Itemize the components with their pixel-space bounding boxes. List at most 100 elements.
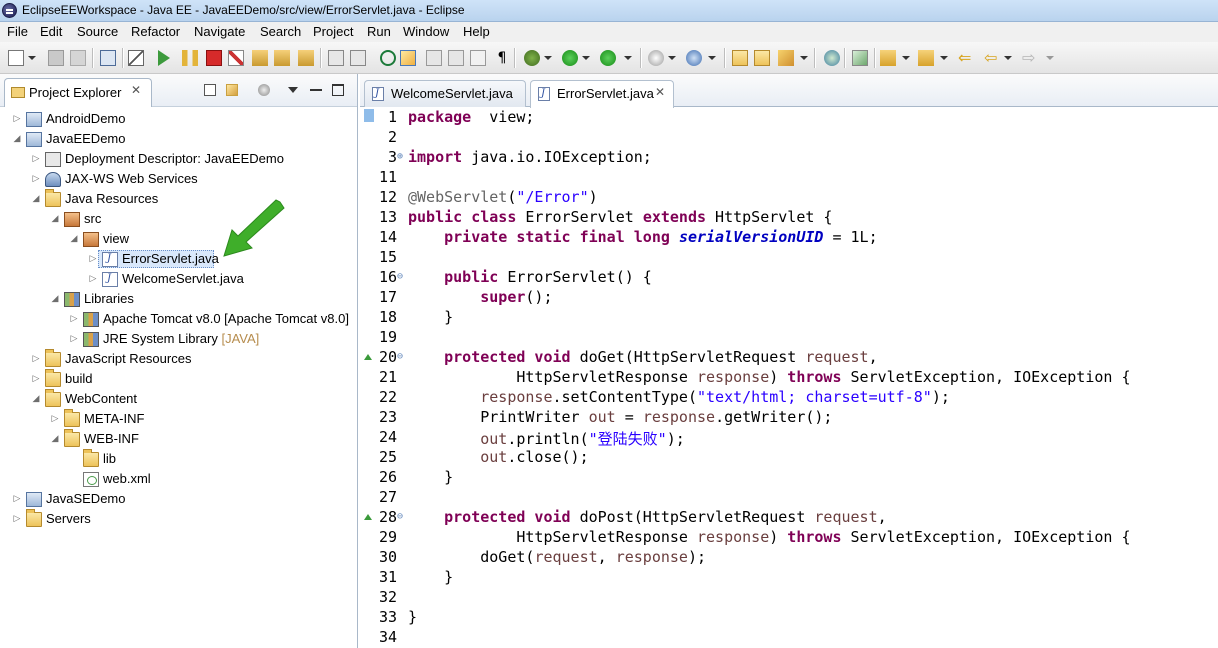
next-annotation-dropdown-icon[interactable] [902,56,910,60]
terminate-icon[interactable] [206,50,222,66]
tree-item[interactable]: ▷ WelcomeServlet.java [0,269,357,289]
expand-arrow-icon[interactable]: ▷ [31,374,41,384]
expand-arrow-icon[interactable]: ▷ [88,254,98,264]
format-icon[interactable] [350,50,366,66]
menu-file[interactable]: File [7,24,28,39]
tab-project-explorer[interactable]: Project Explorer ✕ [4,78,152,107]
collapse-arrow-icon[interactable]: ◢ [50,214,60,224]
forward-icon[interactable]: ⇨ [1022,50,1038,66]
resume-icon[interactable] [158,50,170,66]
expand-arrow-icon[interactable]: ▷ [69,334,79,344]
word-wrap-icon[interactable] [448,50,464,66]
show-whitespace-icon[interactable] [470,50,486,66]
web-browser-icon[interactable] [824,50,840,66]
open-resource-icon[interactable] [754,50,770,66]
collapse-fold-icon[interactable]: ⊖ [397,271,406,282]
use-step-filters-icon[interactable] [328,50,344,66]
forward-dropdown-icon[interactable] [1046,56,1054,60]
print-icon[interactable] [100,50,116,66]
expand-arrow-icon[interactable]: ▷ [12,494,22,504]
toggle-breadcrumb-icon[interactable] [852,50,868,66]
tree-item[interactable]: ◢ WEB-INF [0,429,357,449]
tree-item[interactable]: ◢ src [0,209,357,229]
step-over-icon[interactable] [274,50,290,66]
previous-annotation-dropdown-icon[interactable] [940,56,948,60]
back-dropdown-icon[interactable] [1004,56,1012,60]
suspend-icon[interactable] [182,50,198,66]
menu-source[interactable]: Source [77,24,118,39]
menu-project[interactable]: Project [313,24,353,39]
expand-fold-icon[interactable]: ⊕ [397,151,406,162]
tree-item[interactable]: ◢ Java Resources [0,189,357,209]
previous-annotation-icon[interactable] [918,50,934,66]
tree-item[interactable]: ◢ view [0,229,357,249]
save-all-icon[interactable] [70,50,86,66]
tree-item[interactable]: ▷ META-INF [0,409,357,429]
pilcrow-icon[interactable]: ¶ [494,50,510,66]
last-edit-location-icon[interactable]: ⇐ [958,50,974,66]
menu-run[interactable]: Run [367,24,391,39]
close-icon[interactable]: ✕ [131,83,141,97]
collapse-arrow-icon[interactable]: ◢ [31,194,41,204]
close-icon[interactable]: ✕ [655,85,665,99]
menu-edit[interactable]: Edit [40,24,62,39]
tree-item[interactable]: ▷ Deployment Descriptor: JavaEEDemo [0,149,357,169]
collapse-fold-icon[interactable]: ⊖ [397,511,406,522]
collapse-arrow-icon[interactable]: ◢ [69,234,79,244]
collapse-arrow-icon[interactable]: ◢ [12,134,22,144]
expand-arrow-icon[interactable]: ▷ [12,114,22,124]
run-icon[interactable] [562,50,578,66]
tree-item[interactable]: ◢ Libraries [0,289,357,309]
debug-icon[interactable] [524,50,540,66]
search-icon[interactable] [778,50,794,66]
step-into-icon[interactable] [252,50,268,66]
focus-icon[interactable] [258,84,270,96]
tree-item[interactable]: ▷ JavaSEDemo [0,489,357,509]
menu-navigate[interactable]: Navigate [194,24,245,39]
tree-item[interactable]: ▷ AndroidDemo [0,109,357,129]
expand-arrow-icon[interactable]: ▷ [31,174,41,184]
next-annotation-icon[interactable] [880,50,896,66]
expand-arrow-icon[interactable]: ▷ [12,514,22,524]
tree-item[interactable]: ▷ Servers [0,509,357,529]
new-java-class-icon[interactable] [686,50,702,66]
expand-arrow-icon[interactable]: ▷ [50,414,60,424]
collapse-arrow-icon[interactable]: ◢ [50,434,60,444]
run-server-dropdown-icon[interactable] [624,56,632,60]
tree-item[interactable]: ◢ WebContent [0,389,357,409]
tree-item[interactable]: lib [0,449,357,469]
menu-refactor[interactable]: Refactor [131,24,180,39]
tree-item[interactable]: ▷ ErrorServlet.java [0,249,357,269]
menu-window[interactable]: Window [403,24,449,39]
tree-item[interactable]: web.xml [0,469,357,489]
tree-item[interactable]: ▷ JavaScript Resources [0,349,357,369]
tab-welcome-servlet[interactable]: WelcomeServlet.java [364,80,526,107]
disconnect-icon[interactable] [228,50,244,66]
external-tools-dropdown-icon[interactable] [668,56,676,60]
run-dropdown-icon[interactable] [582,56,590,60]
search-dropdown-icon[interactable] [800,56,808,60]
back-icon[interactable]: ⇦ [984,50,1000,66]
open-declaration-icon[interactable] [380,50,396,66]
expand-arrow-icon[interactable]: ▷ [88,274,98,284]
minimize-icon[interactable] [310,89,322,91]
view-menu-icon[interactable] [288,87,298,93]
save-icon[interactable] [48,50,64,66]
maximize-icon[interactable] [332,84,344,96]
new-java-class-dropdown-icon[interactable] [708,56,716,60]
collapse-arrow-icon[interactable]: ◢ [50,294,60,304]
tree-item[interactable]: ▷ JAX-WS Web Services [0,169,357,189]
tree-item[interactable]: ▷ Apache Tomcat v8.0 [Apache Tomcat v8.0] [0,309,357,329]
step-return-icon[interactable] [298,50,314,66]
expand-arrow-icon[interactable]: ▷ [31,154,41,164]
menu-help[interactable]: Help [463,24,490,39]
link-with-editor-icon[interactable] [226,84,238,96]
tree-item[interactable]: ▷ build [0,369,357,389]
run-server-icon[interactable] [600,50,616,66]
tree-item[interactable]: ▷ JRE System Library [JAVA] [0,329,357,349]
tree-item[interactable]: ◢ JavaEEDemo [0,129,357,149]
collapse-fold-icon[interactable]: ⊖ [397,351,406,362]
new-icon[interactable] [8,50,24,66]
collapse-all-icon[interactable] [204,84,216,96]
new-dropdown-icon[interactable] [28,56,36,60]
